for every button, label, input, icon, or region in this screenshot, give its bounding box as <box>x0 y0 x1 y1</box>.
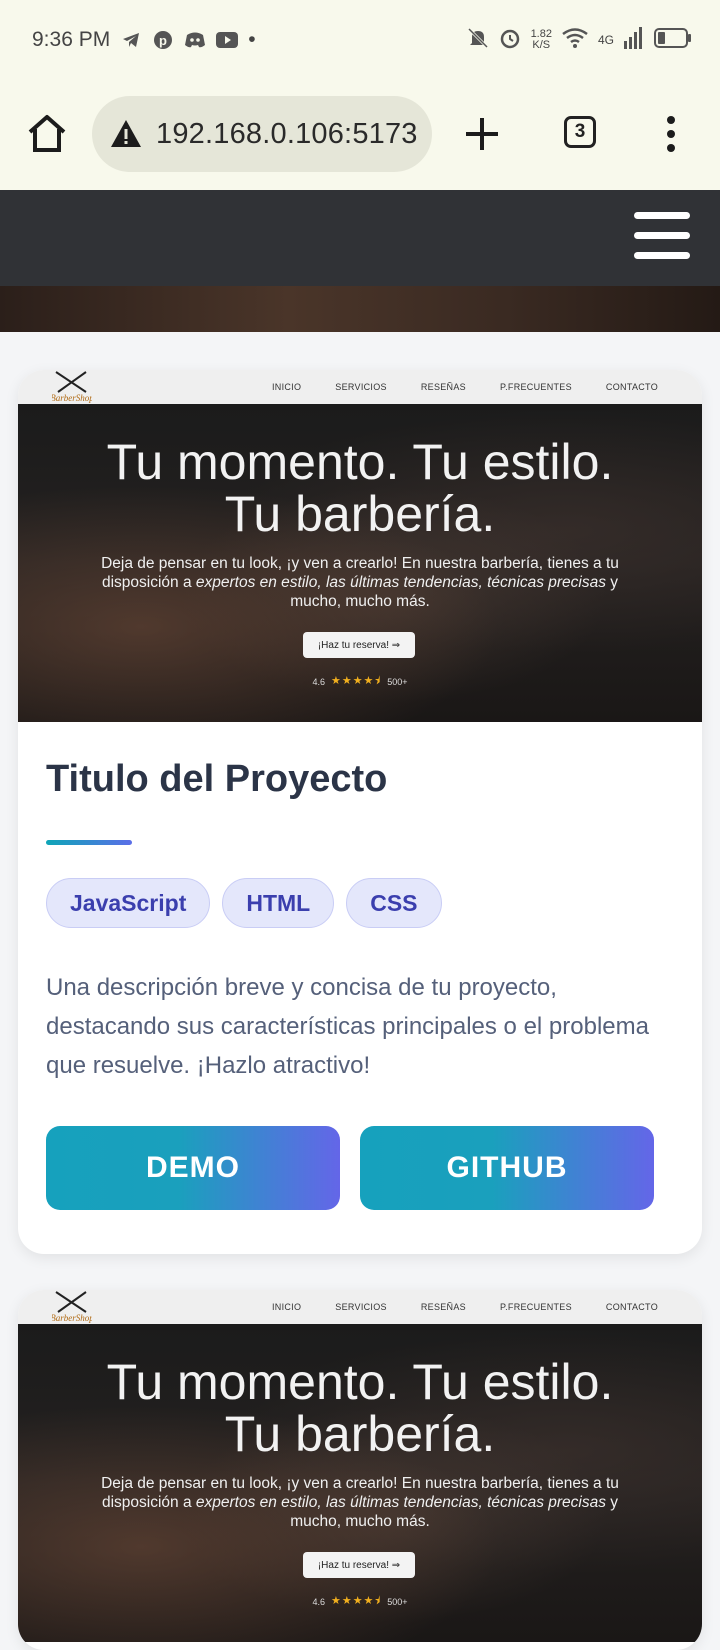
preview-headline-line1: Tu momento. Tu estilo. <box>106 434 614 490</box>
demo-button[interactable]: DEMO <box>46 1126 340 1210</box>
preview-navbar: BarberShop INICIO SERVICIOS RESEÑAS P.FR… <box>18 1290 702 1324</box>
preview-rating: 4.6 ★★★★⯨ 500+ <box>18 1592 702 1611</box>
more-notifications-dot: • <box>248 28 256 51</box>
preview-stars-icon: ★★★★⯨ <box>330 1595 382 1607</box>
preview-nav-frecuentes: P.FRECUENTES <box>499 1302 572 1312</box>
tag-javascript: JavaScript <box>46 878 211 928</box>
title-underline <box>46 840 132 845</box>
signal-icon <box>624 26 644 54</box>
svg-text:p: p <box>159 33 167 48</box>
network-speed: 1.82 K/S <box>531 29 552 51</box>
browser-toolbar: 192.168.0.106:5173 3 <box>0 80 720 190</box>
network-type: 4G <box>597 33 614 47</box>
preview-nav-contacto: CONTACTO <box>605 382 658 392</box>
tab-switcher-button[interactable]: 3 <box>564 116 596 148</box>
wifi-icon <box>562 27 588 53</box>
preview-reserve-button: ¡Haz tu reserva! ⇒ <box>303 632 415 658</box>
battery-icon <box>654 27 692 54</box>
clock: 9:36 PM <box>32 28 111 51</box>
telegram-icon <box>120 29 142 51</box>
preview-review-count: 500+ <box>387 1596 408 1607</box>
project-card: BarberShop INICIO SERVICIOS RESEÑAS P.FR… <box>18 370 702 1254</box>
barber-logo-icon: BarberShop <box>50 370 94 404</box>
barber-logo-icon: BarberShop <box>50 1290 94 1324</box>
preview-nav-servicios: SERVICIOS <box>335 1302 387 1312</box>
not-secure-warning-icon[interactable] <box>110 119 142 149</box>
preview-rating-value: 4.6 <box>312 1596 325 1607</box>
project-preview-image: BarberShop INICIO SERVICIOS RESEÑAS P.FR… <box>18 370 702 722</box>
tag-css: CSS <box>346 878 442 928</box>
preview-subtitle: Deja de pensar en tu look, ¡y ven a crea… <box>88 1474 632 1531</box>
preview-hero: Tu momento. Tu estilo. Tu barbería. Deja… <box>18 404 702 722</box>
preview-rating-value: 4.6 <box>312 676 325 687</box>
preview-nav-resenas: RESEÑAS <box>420 1302 466 1312</box>
preview-headline: Tu momento. Tu estilo. Tu barbería. <box>18 436 702 540</box>
preview-hero: Tu momento. Tu estilo. Tu barbería. Deja… <box>18 1324 702 1642</box>
preview-subtitle-italic: expertos en estilo, las últimas tendenci… <box>195 574 606 591</box>
youtube-icon <box>216 29 239 51</box>
preview-review-count: 500+ <box>387 676 408 687</box>
hamburger-menu-icon[interactable] <box>634 212 690 262</box>
project-preview-image: BarberShop INICIO SERVICIOS RESEÑAS P.FR… <box>18 1290 702 1642</box>
alarm-icon <box>499 27 521 54</box>
preview-navbar: BarberShop INICIO SERVICIOS RESEÑAS P.FR… <box>18 370 702 404</box>
project-card: BarberShop INICIO SERVICIOS RESEÑAS P.FR… <box>18 1290 702 1650</box>
github-button[interactable]: GITHUB <box>360 1126 654 1210</box>
preview-subtitle: Deja de pensar en tu look, ¡y ven a crea… <box>88 554 632 611</box>
barber-logo-text: BarberShop <box>52 393 92 403</box>
more-options-icon[interactable] <box>664 114 678 154</box>
project-title: Titulo del Proyecto <box>46 758 388 800</box>
preview-headline-line2: Tu barbería. <box>224 486 496 542</box>
pinterest-icon: p <box>152 29 174 51</box>
preview-nav-servicios: SERVICIOS <box>335 382 387 392</box>
preview-nav-contacto: CONTACTO <box>605 1302 658 1312</box>
new-tab-plus-icon[interactable] <box>462 114 502 154</box>
preview-stars-icon: ★★★★⯨ <box>330 675 382 687</box>
preview-headline: Tu momento. Tu estilo. Tu barbería. <box>18 1356 702 1460</box>
preview-nav-inicio: INICIO <box>271 1302 302 1312</box>
project-description: Una descripción breve y concisa de tu pr… <box>46 974 649 1079</box>
address-bar[interactable]: 192.168.0.106:5173 <box>92 96 432 172</box>
preview-rating: 4.6 ★★★★⯨ 500+ <box>18 672 702 691</box>
preview-headline-line1: Tu momento. Tu estilo. <box>106 1354 614 1410</box>
tag-html: HTML <box>222 878 335 928</box>
preview-subtitle-italic: expertos en estilo, las últimas tendenci… <box>195 1494 606 1511</box>
site-header <box>0 190 720 286</box>
hero-banner-strip <box>0 286 720 332</box>
tech-tags: JavaScript HTML CSS <box>46 878 442 928</box>
network-speed-unit: K/S <box>532 39 551 51</box>
mute-icon <box>467 27 489 54</box>
preview-nav-frecuentes: P.FRECUENTES <box>499 382 572 392</box>
preview-reserve-button: ¡Haz tu reserva! ⇒ <box>303 1552 415 1578</box>
barber-logo-text: BarberShop <box>52 1313 92 1323</box>
status-bar: 9:36 PM p • 1.82 K/S 4G <box>0 0 720 80</box>
preview-nav-inicio: INICIO <box>271 382 302 392</box>
preview-headline-line2: Tu barbería. <box>224 1406 496 1462</box>
discord-icon <box>184 29 206 51</box>
url-text[interactable]: 192.168.0.106:5173 <box>156 118 418 151</box>
home-icon[interactable] <box>26 112 68 154</box>
preview-nav-resenas: RESEÑAS <box>420 382 466 392</box>
